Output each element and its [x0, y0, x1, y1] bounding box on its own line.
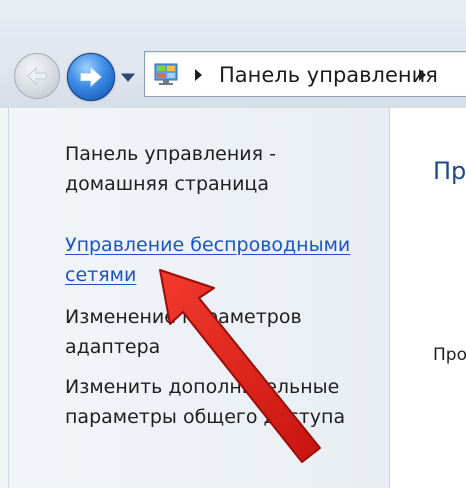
sidebar-item-change-adapter-settings[interactable]: Изменение параметров адаптера — [65, 302, 302, 362]
breadcrumb-separator-icon[interactable] — [193, 68, 203, 82]
control-panel-icon — [154, 63, 178, 85]
back-arrow-icon — [27, 66, 47, 86]
recent-pages-dropdown[interactable] — [119, 70, 137, 84]
sidebar-item-label: Управление беспроводными — [65, 234, 351, 256]
sidebar-item-label: Панель управления - — [65, 143, 276, 165]
sidebar-item-label: параметры общего доступа — [65, 406, 346, 428]
sidebar-item-label: адаптера — [65, 336, 161, 358]
forward-button[interactable] — [67, 53, 115, 101]
breadcrumb-separator-icon[interactable] — [417, 68, 427, 82]
forward-arrow-icon — [80, 66, 102, 88]
back-button[interactable] — [14, 53, 60, 99]
sidebar-item-label: сетями — [65, 264, 137, 286]
address-bar[interactable]: Панель управления — [144, 51, 466, 97]
sidebar-item-label: Изменение параметров — [65, 306, 302, 328]
sidebar-item-label: Изменить дополнительные — [65, 376, 340, 398]
navigation-bar: Панель управления — [0, 0, 466, 108]
content-pane: Пр Про — [390, 108, 466, 488]
pane-divider — [8, 108, 9, 488]
sidebar-item-manage-wireless-networks[interactable]: Управление беспроводными сетями — [65, 230, 350, 290]
page-title: Пр — [433, 157, 466, 185]
breadcrumb-control-panel[interactable]: Панель управления — [219, 62, 438, 88]
chevron-down-icon — [121, 73, 135, 82]
sidebar-item-label: домашняя страница — [65, 173, 270, 195]
sidebar-item-control-panel-home[interactable]: Панель управления - домашняя страница — [65, 139, 276, 199]
sidebar-item-advanced-sharing-settings[interactable]: Изменить дополнительные параметры общего… — [65, 372, 345, 432]
content-text: Про — [433, 345, 466, 365]
